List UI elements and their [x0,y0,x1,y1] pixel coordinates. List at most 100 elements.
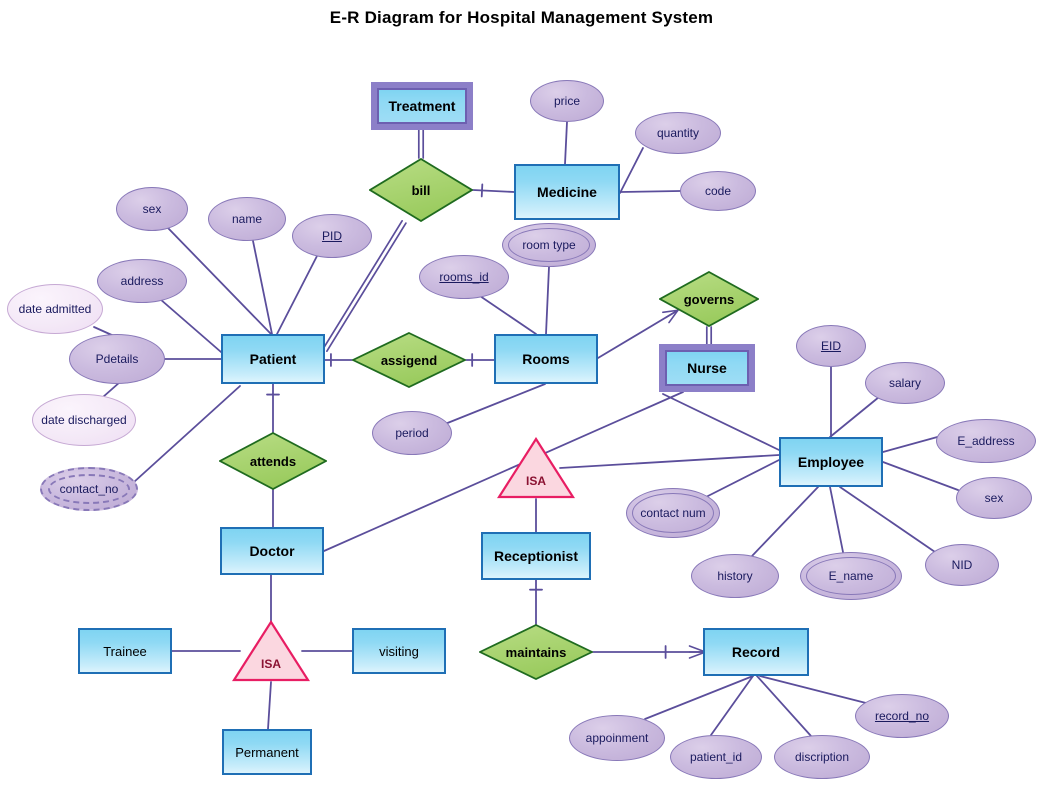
connector-code-to-medicine [619,190,681,193]
attribute-sex-p[interactable]: sex [116,187,188,231]
entity-rooms-label: Rooms [522,351,570,367]
attribute-e-address[interactable]: E_address [936,419,1036,463]
attribute-address[interactable]: address [97,259,187,303]
connector-period-to-rooms [444,383,546,425]
attribute-patient-id-label: patient_id [689,749,743,764]
relationship-assigend[interactable]: assigend [352,332,466,388]
entity-permanent[interactable]: Permanent [222,729,312,775]
attribute-sex-e-label: sex [984,490,1004,505]
connector-roomsid-to-rooms [479,295,537,335]
attribute-code[interactable]: code [680,171,756,211]
entity-record-label: Record [731,644,781,660]
attribute-pdetails[interactable]: Pdetails [69,334,165,384]
entity-permanent-label: Permanent [235,744,299,760]
connector-price-to-medicine [564,121,568,165]
relationship-assigend-shape [352,332,466,388]
isa-isa-receptionist-shape [497,437,575,499]
attribute-history-label: history [717,568,753,583]
attribute-room-type-label: room type [522,237,576,252]
attribute-date-admitted-label: date admitted [18,301,92,316]
attribute-date-discharged[interactable]: date discharged [32,394,136,446]
attribute-sex-e[interactable]: sex [956,477,1032,519]
attribute-patient-id[interactable]: patient_id [670,735,762,779]
connector-contactnum-to-employee [705,459,780,498]
attribute-eid-label: EID [820,338,841,353]
connector-patientid-to-record [710,675,754,736]
attribute-contact-num[interactable]: contact num [626,488,720,538]
connector-assigend-to-rooms [465,353,495,367]
attribute-room-type[interactable]: room type [502,223,596,267]
entity-medicine[interactable]: Medicine [514,164,620,220]
attribute-e-name-label: E_name [828,568,874,583]
entity-nurse-label: Nurse [687,360,727,376]
relationship-governs-shape [659,271,759,327]
entity-trainee[interactable]: Trainee [78,628,172,674]
entity-nurse-inner-border: Nurse [665,350,749,386]
entity-receptionist[interactable]: Receptionist [481,532,591,580]
attribute-nid[interactable]: NID [925,544,999,586]
attribute-e-name[interactable]: E_name [800,552,902,600]
connector-discription-to-record [756,675,812,737]
attribute-period[interactable]: period [372,411,452,455]
attribute-address-label: address [120,273,164,288]
attribute-rooms-id-label: rooms_id [439,269,489,284]
attribute-history[interactable]: history [691,554,779,598]
connector-maintains-to-record [592,645,707,659]
attribute-date-admitted[interactable]: date admitted [7,284,103,334]
attribute-price-label: price [553,93,580,108]
entity-doctor[interactable]: Doctor [220,527,324,575]
attribute-price[interactable]: price [530,80,604,122]
connector-name-to-patient [252,240,273,335]
connector-employee-to-nurse [662,393,780,451]
attribute-rooms-id[interactable]: rooms_id [419,255,509,299]
attribute-record-no[interactable]: record_no [855,694,949,738]
relationship-maintains-shape [479,624,593,680]
attribute-contact-no-label: contact_no [59,481,119,496]
connector-datedischarged-to-pdetails [102,381,121,398]
connector-recordno-to-record [759,675,867,704]
relationship-attends-shape [219,432,327,490]
attribute-pid[interactable]: PID [292,214,372,258]
relationship-attends[interactable]: attends [219,432,327,490]
connector-isadoctor-to-permanent [267,681,272,730]
entity-doctor-label: Doctor [249,543,295,559]
entity-employee-label: Employee [797,454,865,470]
entity-rooms[interactable]: Rooms [494,334,598,384]
attribute-nid-label: NID [951,557,973,572]
attribute-quantity-label: quantity [656,125,700,140]
attribute-name[interactable]: name [208,197,286,241]
connector-salary-to-employee [829,396,880,438]
entity-record[interactable]: Record [703,628,809,676]
attribute-appoinment[interactable]: appoinment [569,715,665,761]
entity-visiting[interactable]: visiting [352,628,446,674]
isa-isa-doctor[interactable]: ISA [232,620,310,682]
connector-receptionist-to-maintains [529,579,543,625]
entity-treatment[interactable]: Treatment [371,82,473,130]
attribute-discription[interactable]: discription [774,735,870,779]
connector-history-to-employee [751,486,819,557]
entity-treatment-label: Treatment [388,98,456,114]
attribute-pid-label: PID [321,228,342,243]
relationship-maintains[interactable]: maintains [479,624,593,680]
connector-patient-to-assigend [324,353,353,367]
connector-eaddress-to-employee [882,435,942,453]
connector-governs-to-nurse [705,326,713,345]
entity-employee[interactable]: Employee [779,437,883,487]
entity-patient[interactable]: Patient [221,334,325,384]
connector-sexe-to-employee [882,461,959,491]
attribute-eid[interactable]: EID [796,325,866,367]
attribute-code-label: code [704,183,732,198]
connector-ename-to-employee [829,486,844,553]
entity-nurse[interactable]: Nurse [659,344,755,392]
connector-address-to-patient [159,298,222,353]
entity-patient-label: Patient [249,351,297,367]
isa-isa-receptionist[interactable]: ISA [497,437,575,499]
attribute-quantity[interactable]: quantity [635,112,721,154]
entity-medicine-label: Medicine [537,184,597,200]
attribute-sex-p-label: sex [142,201,162,216]
relationship-bill[interactable]: bill [369,158,473,222]
attribute-salary[interactable]: salary [865,362,945,404]
attribute-contact-no[interactable]: contact_no [40,467,138,511]
attribute-period-label: period [395,425,429,440]
relationship-governs[interactable]: governs [659,271,759,327]
